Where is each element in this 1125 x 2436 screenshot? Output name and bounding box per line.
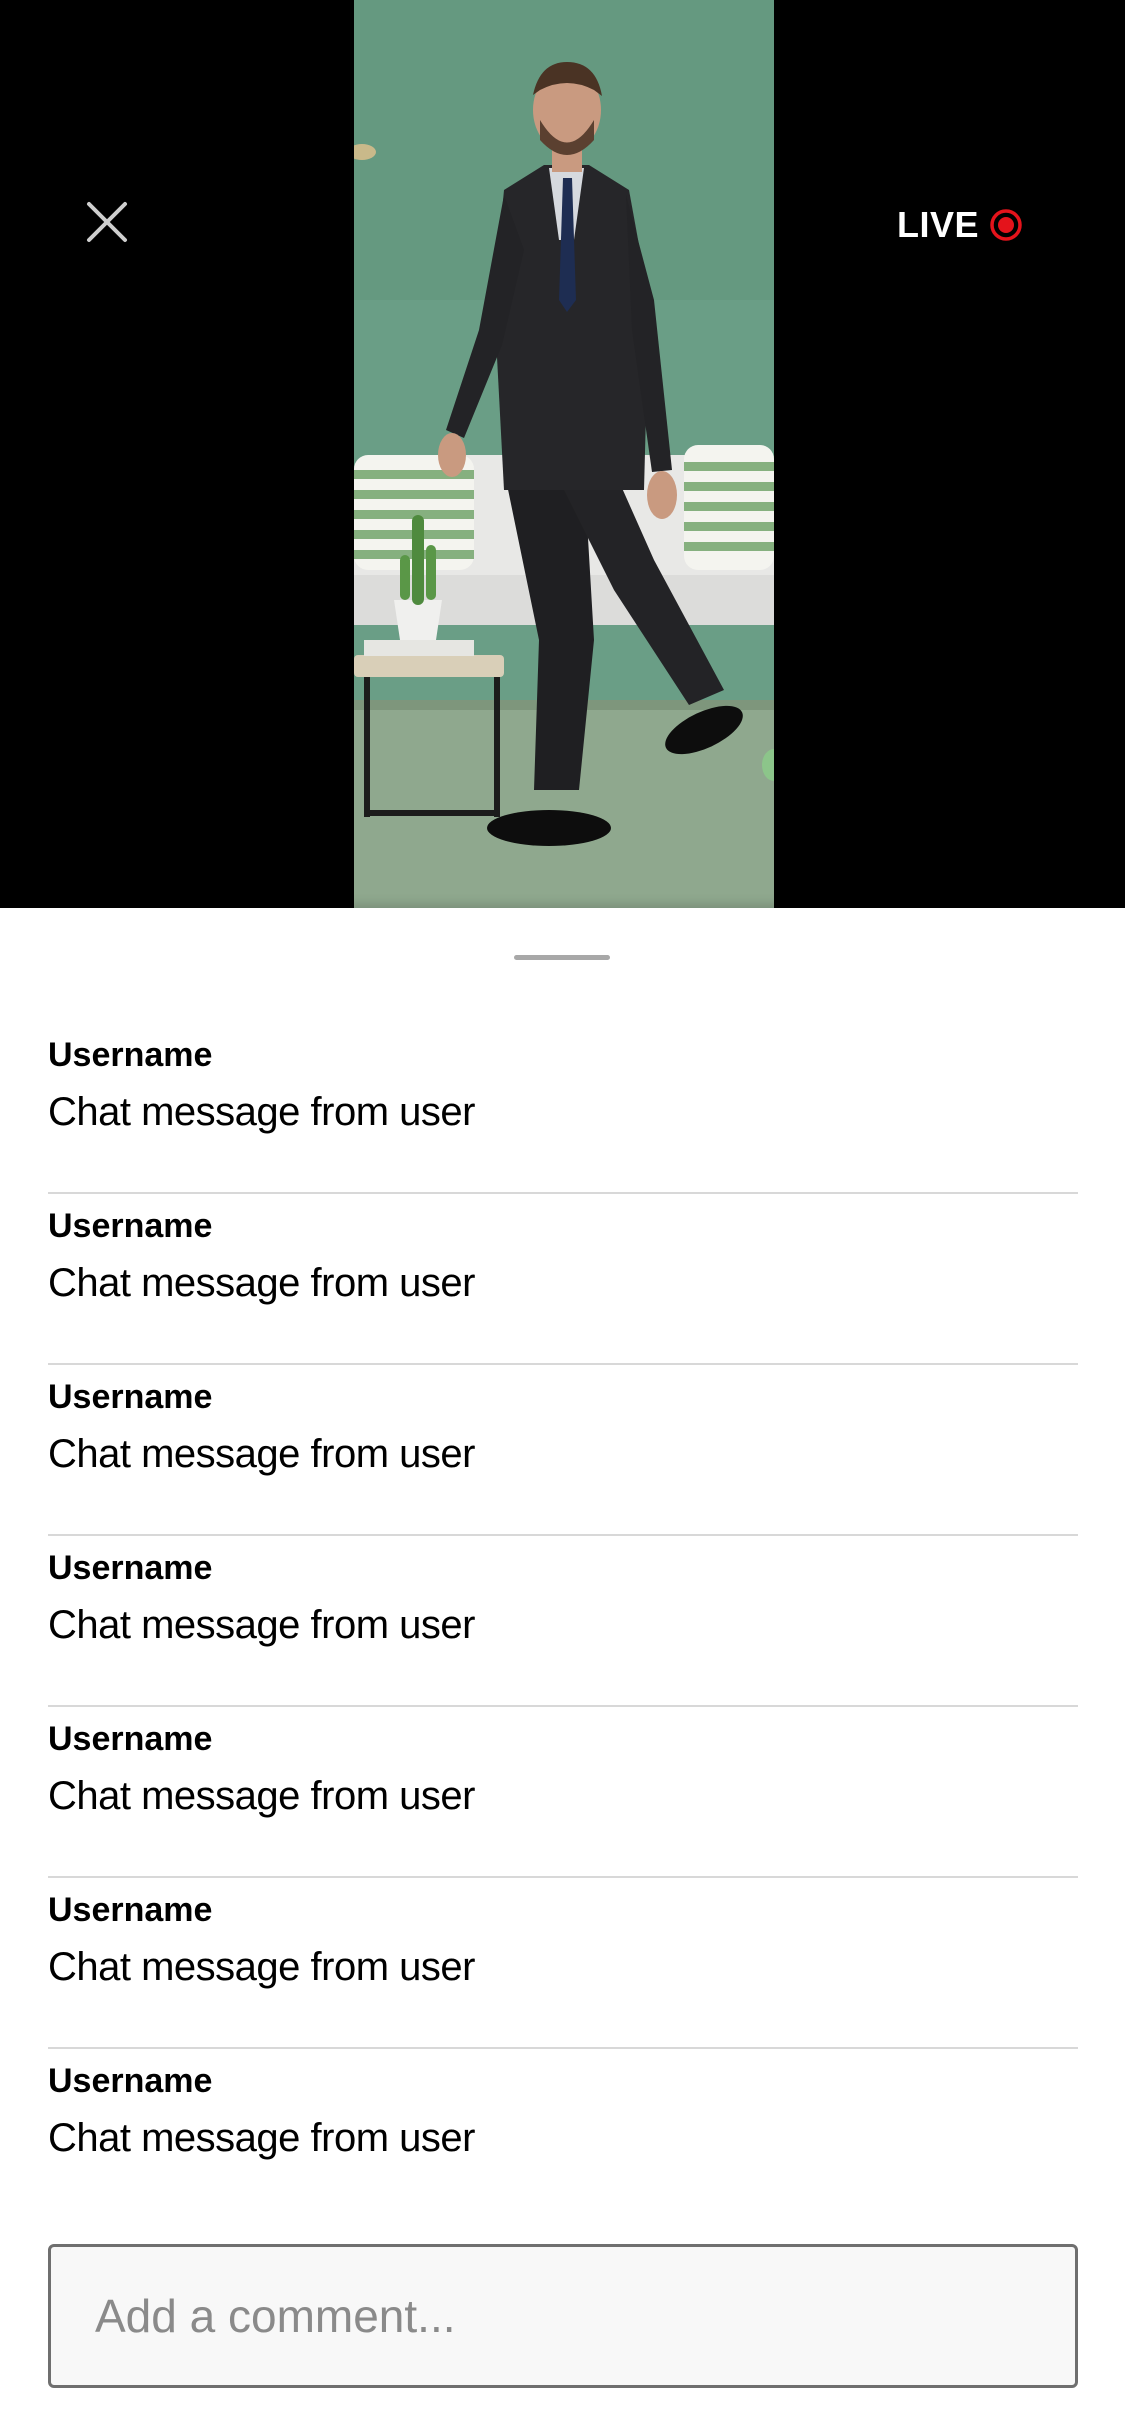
chat-message-text: Chat message from user bbox=[48, 1432, 475, 1476]
chat-username: Username bbox=[48, 1891, 213, 1929]
chat-message: Username Chat message from user bbox=[48, 1707, 1078, 1878]
comment-box bbox=[48, 2244, 1078, 2388]
live-record-icon bbox=[990, 209, 1022, 241]
chat-message: Username Chat message from user bbox=[48, 1536, 1078, 1707]
chat-panel: Username Chat message from user Username… bbox=[0, 908, 1125, 2436]
chat-message: Username Chat message from user bbox=[48, 2049, 1078, 2220]
live-label: LIVE bbox=[896, 204, 979, 245]
chat-message-text: Chat message from user bbox=[48, 1261, 475, 1305]
sheet-drag-handle[interactable] bbox=[514, 955, 610, 960]
chat-username: Username bbox=[48, 1720, 213, 1758]
chat-username: Username bbox=[48, 1036, 213, 1074]
chat-message-list: Username Chat message from user Username… bbox=[48, 1023, 1078, 2220]
close-icon bbox=[87, 202, 127, 242]
chat-message-text: Chat message from user bbox=[48, 1603, 475, 1647]
chat-username: Username bbox=[48, 1549, 213, 1587]
live-video-player[interactable]: LIVE bbox=[0, 0, 1125, 908]
chat-username: Username bbox=[48, 1207, 213, 1245]
chat-username: Username bbox=[48, 1378, 213, 1416]
chat-message-text: Chat message from user bbox=[48, 1945, 475, 1989]
live-badge: LIVE bbox=[897, 204, 1023, 246]
chat-message: Username Chat message from user bbox=[48, 1194, 1078, 1365]
chat-message-text: Chat message from user bbox=[48, 1090, 475, 1134]
comment-input[interactable] bbox=[51, 2247, 1075, 2385]
chat-message: Username Chat message from user bbox=[48, 1365, 1078, 1536]
chat-message: Username Chat message from user bbox=[48, 1023, 1078, 1194]
chat-message-text: Chat message from user bbox=[48, 2116, 475, 2160]
live-video-feed bbox=[354, 0, 774, 908]
chat-message: Username Chat message from user bbox=[48, 1878, 1078, 2049]
chat-username: Username bbox=[48, 2062, 213, 2100]
close-button[interactable] bbox=[75, 190, 139, 254]
chat-message-text: Chat message from user bbox=[48, 1774, 475, 1818]
